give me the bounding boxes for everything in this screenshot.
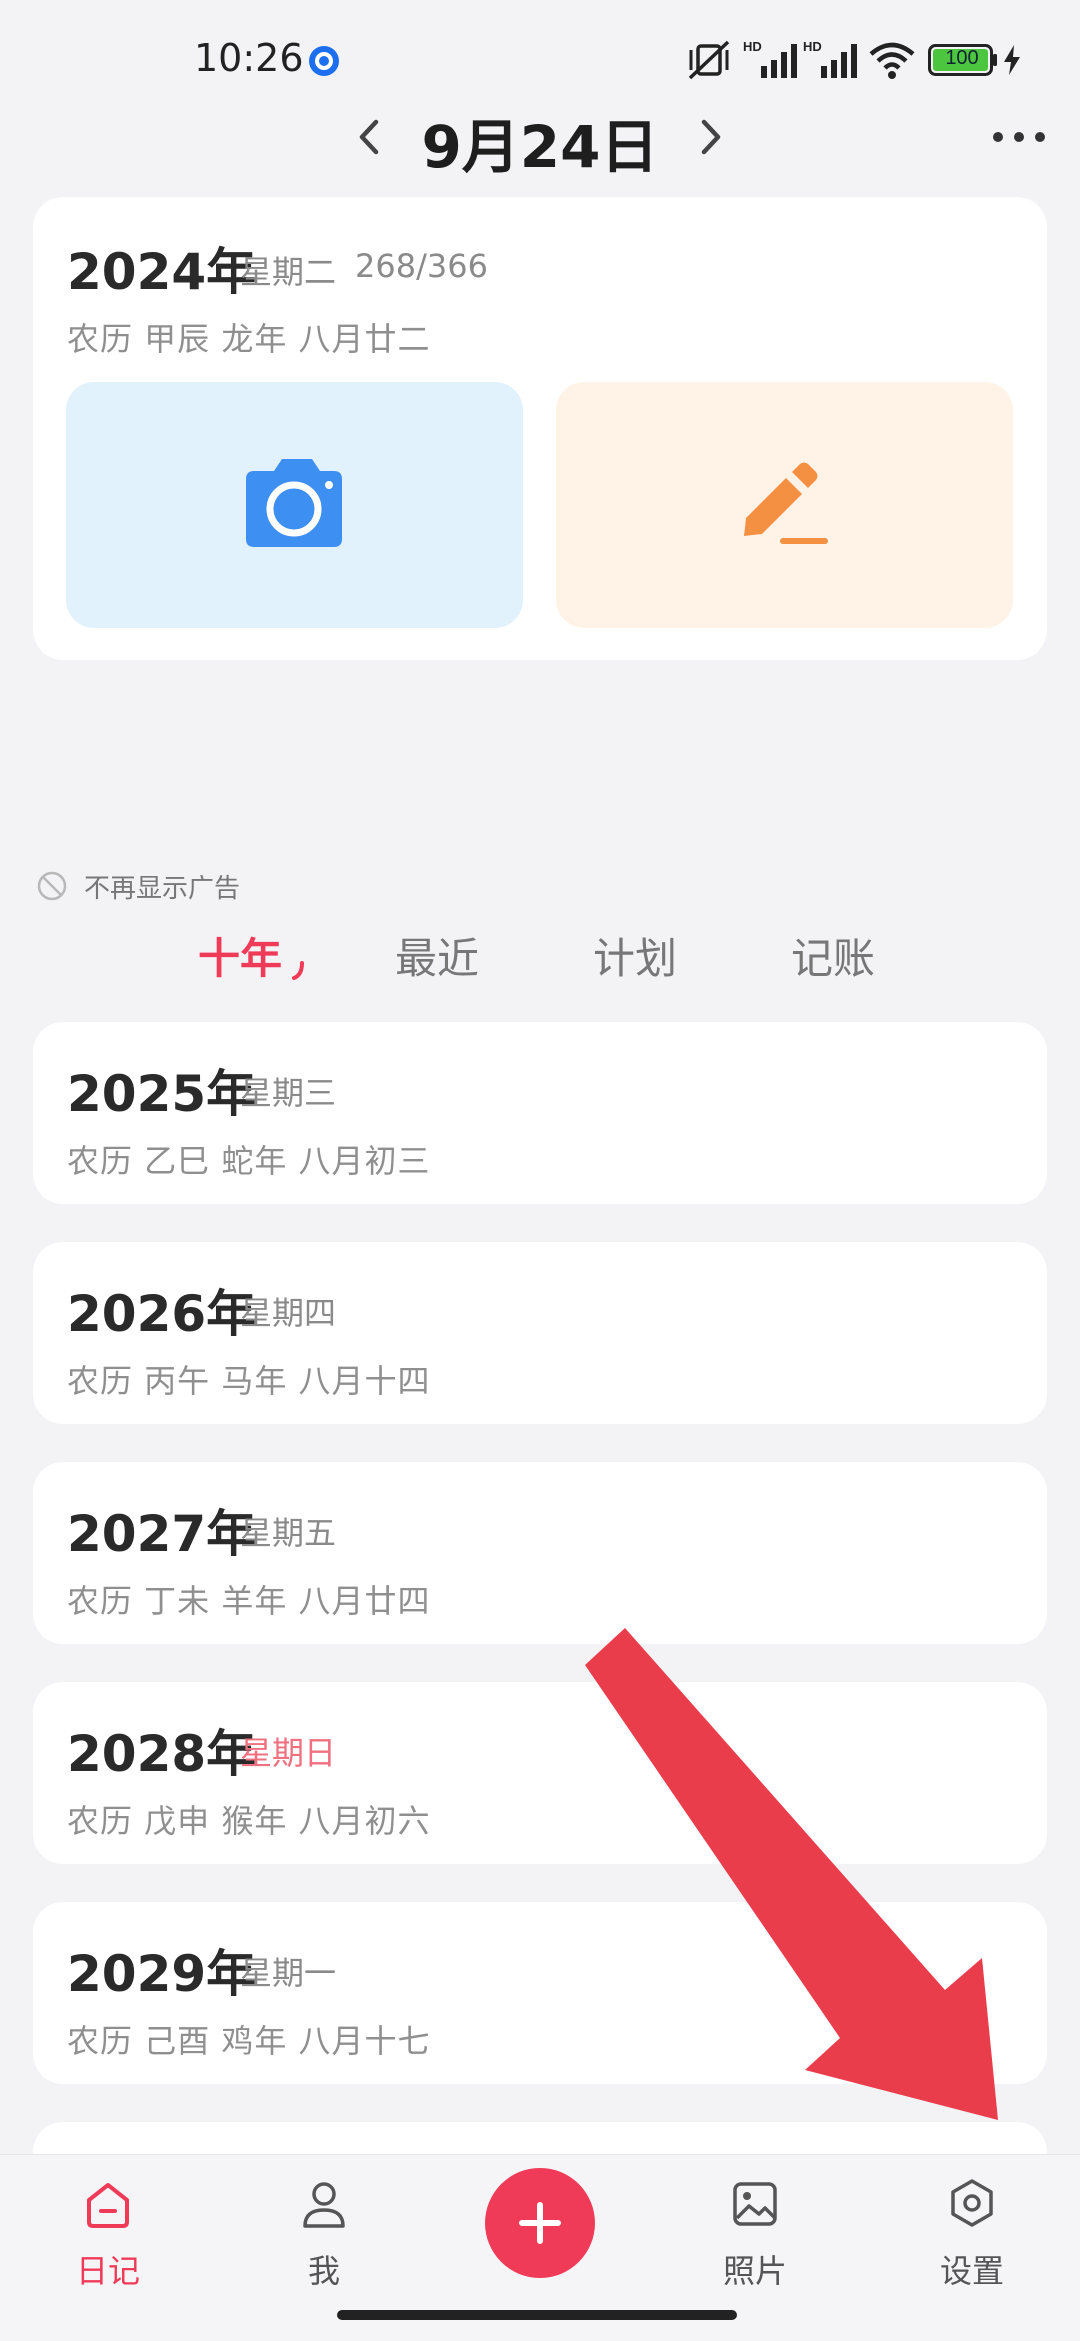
lunar-label: 农历 己酉 鸡年 八月十七 bbox=[67, 2022, 431, 2060]
list-item[interactable]: 2027年 星期五 农历 丁未 羊年 八月廿四 bbox=[33, 1462, 1047, 1644]
svg-text:HD: HD bbox=[743, 39, 762, 54]
plus-icon bbox=[518, 2201, 562, 2245]
add-entry-button[interactable] bbox=[485, 2168, 595, 2278]
settings-hexagon-icon bbox=[948, 2178, 996, 2228]
status-bar: 10:26 HD HD 100 bbox=[0, 0, 1080, 110]
signal-2-icon: HD bbox=[803, 38, 863, 80]
prev-day-button[interactable] bbox=[350, 112, 390, 162]
tab-accounting[interactable]: 记账 bbox=[791, 925, 875, 986]
year-label: 2028年 bbox=[67, 1725, 257, 1783]
tab-recent[interactable]: 最近 bbox=[395, 925, 479, 986]
today-lunar: 农历 甲辰 龙年 八月廿二 bbox=[67, 320, 431, 358]
write-note-button[interactable] bbox=[556, 382, 1013, 628]
today-card: 2024年 星期二 268/366 农历 甲辰 龙年 八月廿二 bbox=[33, 197, 1047, 660]
lunar-label: 农历 丙午 马年 八月十四 bbox=[67, 1362, 431, 1400]
today-year: 2024年 bbox=[67, 243, 257, 301]
pen-icon bbox=[736, 462, 836, 552]
wifi-icon bbox=[868, 40, 916, 80]
mute-vibrate-icon bbox=[686, 40, 732, 80]
status-time: 10:26 bbox=[194, 36, 304, 80]
lunar-label: 农历 丁未 羊年 八月廿四 bbox=[67, 1582, 431, 1620]
image-icon bbox=[731, 2180, 779, 2228]
tab-plan[interactable]: 计划 bbox=[593, 925, 677, 986]
list-item[interactable]: 2026年 星期四 农历 丙午 马年 八月十四 bbox=[33, 1242, 1047, 1424]
weekday-label: 星期三 bbox=[240, 1074, 337, 1112]
add-photo-button[interactable] bbox=[66, 382, 523, 628]
year-label: 2029年 bbox=[67, 1945, 257, 2003]
camera-icon bbox=[238, 457, 350, 549]
weekday-label: 星期四 bbox=[240, 1294, 337, 1332]
home-icon bbox=[83, 2180, 133, 2230]
annotation-arrow bbox=[570, 1620, 1010, 2140]
today-weekday: 星期二 bbox=[240, 253, 337, 291]
tab-active-indicator bbox=[292, 961, 306, 981]
svg-text:HD: HD bbox=[803, 39, 822, 54]
signal-1-icon: HD bbox=[743, 38, 803, 80]
person-icon bbox=[301, 2180, 347, 2230]
battery-level: 100 bbox=[945, 47, 979, 69]
nav-diary-label: 日记 bbox=[75, 2252, 140, 2290]
day-of-year: 268/366 bbox=[355, 247, 488, 285]
weekday-label: 星期五 bbox=[240, 1514, 337, 1552]
page-title: 9月24日 bbox=[421, 113, 659, 181]
block-icon bbox=[36, 870, 68, 902]
year-label: 2026年 bbox=[67, 1285, 257, 1343]
tab-decade[interactable]: 十年 bbox=[198, 925, 318, 985]
app-notification-icon bbox=[307, 44, 341, 78]
more-menu-button[interactable] bbox=[990, 122, 1050, 152]
tab-decade-label: 十年 bbox=[198, 934, 283, 983]
weekday-label: 星期日 bbox=[240, 1734, 337, 1772]
nav-settings-label: 设置 bbox=[939, 2252, 1004, 2290]
hide-ads-button[interactable]: 不再显示广告 bbox=[36, 868, 276, 904]
nav-photos-label: 照片 bbox=[722, 2252, 787, 2290]
hide-ads-label: 不再显示广告 bbox=[84, 874, 241, 904]
charging-icon bbox=[1002, 44, 1022, 76]
list-item[interactable]: 2025年 星期三 农历 乙巳 蛇年 八月初三 bbox=[33, 1022, 1047, 1204]
year-label: 2025年 bbox=[67, 1065, 257, 1123]
next-day-button[interactable] bbox=[690, 112, 730, 162]
nav-me-label: 我 bbox=[307, 2252, 340, 2290]
weekday-label: 星期一 bbox=[240, 1954, 337, 1992]
year-label: 2027年 bbox=[67, 1505, 257, 1563]
lunar-label: 农历 戊申 猴年 八月初六 bbox=[67, 1802, 431, 1840]
lunar-label: 农历 乙巳 蛇年 八月初三 bbox=[67, 1142, 431, 1180]
home-indicator[interactable] bbox=[337, 2310, 737, 2320]
